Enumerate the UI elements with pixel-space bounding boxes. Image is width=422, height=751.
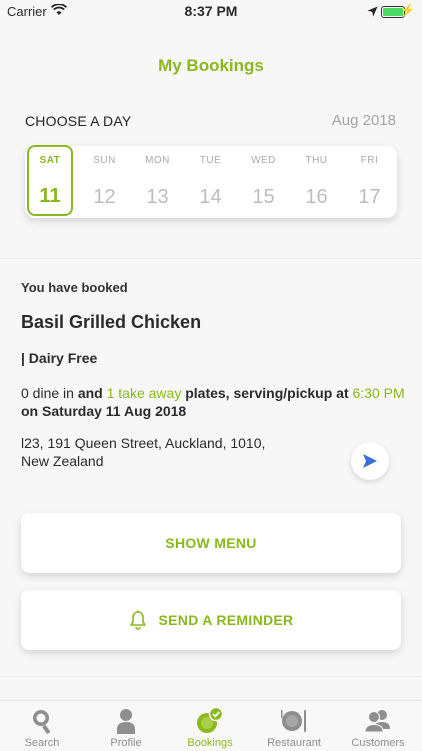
address-line-2: New Zealand bbox=[21, 453, 104, 469]
day-of-week: WED bbox=[251, 155, 276, 166]
status-bar: Carrier 8:37 PM ⚡ bbox=[0, 0, 422, 22]
search-icon bbox=[0, 707, 84, 735]
day-of-week: THU bbox=[305, 155, 328, 166]
tab-customers[interactable]: Customers bbox=[336, 701, 420, 751]
day-cell[interactable]: FRI 17 bbox=[343, 146, 396, 218]
navigate-button[interactable] bbox=[351, 442, 389, 480]
day-cell-selected[interactable]: SAT 11 bbox=[27, 145, 73, 216]
take-away-count: 1 take away bbox=[106, 385, 182, 401]
day-cell[interactable]: MON 13 bbox=[131, 146, 184, 218]
tab-label: Restaurant bbox=[267, 737, 321, 749]
day-cell[interactable]: SUN 12 bbox=[78, 146, 131, 218]
profile-icon bbox=[84, 707, 168, 735]
pickup-time: 6:30 PM bbox=[352, 385, 405, 401]
address: l23, 191 Queen Street, Auckland, 1010, N… bbox=[21, 434, 311, 470]
day-of-week: SUN bbox=[93, 155, 116, 166]
tab-label: Customers bbox=[351, 737, 405, 749]
divider bbox=[0, 676, 422, 677]
day-number: 13 bbox=[146, 186, 169, 208]
day-cell[interactable]: TUE 14 bbox=[184, 146, 237, 218]
tab-label: Bookings bbox=[187, 737, 233, 749]
dish-name: Basil Grilled Chicken bbox=[21, 312, 202, 332]
tab-label: Profile bbox=[110, 737, 142, 749]
tab-search[interactable]: Search bbox=[0, 701, 84, 751]
tab-bookings[interactable]: Bookings bbox=[168, 701, 252, 751]
day-of-week: TUE bbox=[199, 155, 222, 166]
day-number: 11 bbox=[39, 185, 61, 207]
day-cell[interactable]: THU 16 bbox=[290, 146, 343, 218]
charging-bolt-icon: ⚡ bbox=[400, 3, 415, 17]
send-reminder-label: SEND A REMINDER bbox=[158, 612, 294, 628]
bookings-icon bbox=[168, 707, 252, 735]
booking-date: on Saturday 11 Aug 2018 bbox=[21, 403, 187, 419]
day-number: 12 bbox=[93, 186, 116, 208]
address-line-1: l23, 191 Queen Street, Auckland, 1010, bbox=[21, 435, 266, 451]
day-number: 15 bbox=[252, 186, 275, 208]
clock: 8:37 PM bbox=[184, 3, 238, 19]
tab-label: Search bbox=[24, 737, 60, 749]
month-label[interactable]: Aug 2018 bbox=[332, 112, 396, 129]
day-number: 14 bbox=[199, 186, 222, 208]
location-arrow-icon bbox=[367, 5, 378, 20]
bell-icon bbox=[129, 610, 147, 630]
navigation-arrow-icon bbox=[363, 454, 377, 468]
booked-label: You have booked bbox=[21, 280, 128, 295]
day-number: 16 bbox=[305, 186, 328, 208]
customers-icon bbox=[336, 707, 420, 735]
send-reminder-button[interactable]: SEND A REMINDER bbox=[21, 590, 401, 650]
day-number: 17 bbox=[358, 186, 381, 208]
tab-restaurant[interactable]: Restaurant bbox=[252, 701, 336, 751]
day-of-week: SAT bbox=[39, 155, 61, 166]
tab-profile[interactable]: Profile bbox=[84, 701, 168, 751]
restaurant-icon bbox=[252, 707, 336, 735]
page-title: My Bookings bbox=[158, 56, 264, 75]
booking-summary: 0 dine in and 1 take away plates, servin… bbox=[21, 384, 406, 420]
plates-text: plates, serving/pickup at bbox=[185, 385, 349, 401]
tab-bar: Search Profile Bookings Restaurant Custo… bbox=[0, 700, 422, 751]
dine-in-count: 0 dine in bbox=[21, 385, 74, 401]
day-of-week: FRI bbox=[360, 155, 379, 166]
dietary-tag: | Dairy Free bbox=[21, 350, 98, 366]
divider bbox=[0, 258, 422, 259]
show-menu-button[interactable]: SHOW MENU bbox=[21, 513, 401, 573]
show-menu-label: SHOW MENU bbox=[165, 535, 257, 551]
choose-day-label: CHOOSE A DAY bbox=[25, 113, 132, 129]
and-text: and bbox=[77, 385, 103, 401]
day-picker: SAT 11 SUN 12 MON 13 TUE 14 WED 15 THU 1… bbox=[25, 145, 397, 218]
day-cell[interactable]: WED 15 bbox=[237, 146, 290, 218]
day-of-week: MON bbox=[145, 155, 170, 166]
